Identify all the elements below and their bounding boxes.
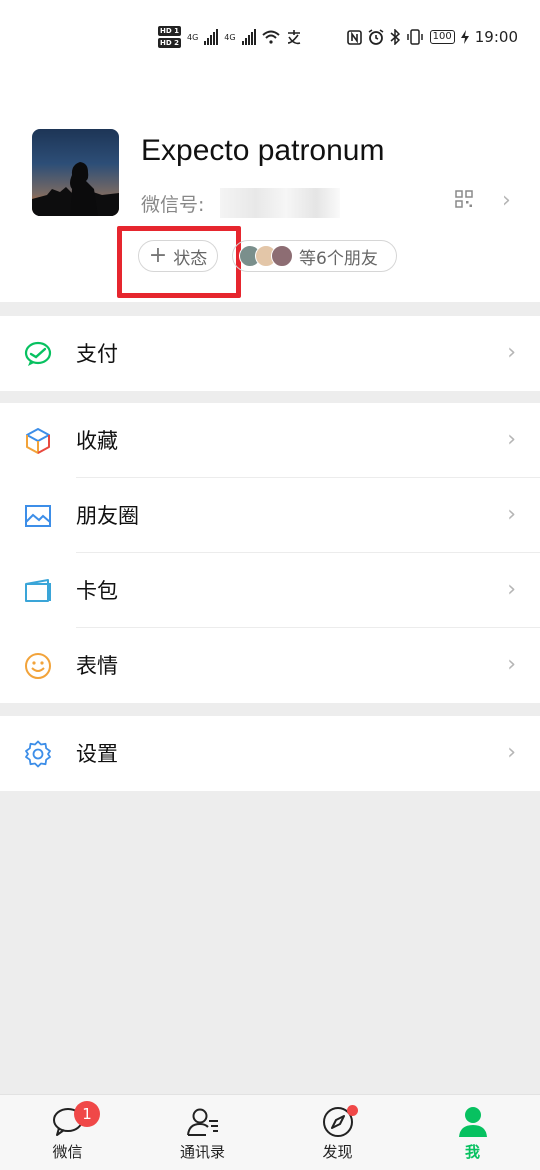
network2-label: 4G <box>224 32 236 42</box>
wechat-id-redacted <box>220 188 340 218</box>
new-dot-badge <box>347 1105 358 1116</box>
menu-label-settings: 设置 <box>76 742 118 766</box>
menu-label-stickers: 表情 <box>76 654 118 678</box>
battery-indicator: 100 <box>429 30 455 44</box>
hd-indicators: HD 1 HD 2 <box>158 26 181 48</box>
alarm-icon <box>368 29 384 45</box>
menu-label-favorites: 收藏 <box>76 429 118 453</box>
hd2-label: HD 2 <box>158 38 181 48</box>
vibrate-icon <box>406 29 423 45</box>
profile-header[interactable]: Expecto patronum 微信号: › + 状态 等6个朋友 <box>0 80 540 302</box>
tab-label-discover: 发现 <box>322 1143 353 1161</box>
highlight-box <box>117 226 241 298</box>
card-wallet-icon <box>25 579 51 602</box>
contacts-icon <box>186 1108 218 1136</box>
tab-label-contacts: 通讯录 <box>179 1143 225 1161</box>
chevron-right-icon: › <box>507 740 516 765</box>
chevron-right-icon: › <box>507 427 516 452</box>
menu-group-main: 收藏 › 朋友圈 › 卡包 › 表情 › <box>0 403 540 703</box>
menu-label-cards: 卡包 <box>76 579 118 603</box>
chevron-right-icon: › <box>507 502 516 527</box>
menu-item-pay[interactable]: 支付 › <box>0 316 540 391</box>
menu-item-moments[interactable]: 朋友圈 › <box>0 478 540 553</box>
wifi-icon <box>261 30 280 44</box>
chevron-right-icon: › <box>507 652 516 677</box>
tab-label-chats: 微信 <box>52 1143 83 1161</box>
friends-count-label: 等6个朋友 <box>299 248 378 269</box>
signal1-icon <box>204 29 219 45</box>
clock: 19:00 <box>474 28 518 46</box>
menu-item-stickers[interactable]: 表情 › <box>0 628 540 703</box>
avatar[interactable] <box>32 129 119 216</box>
tab-discover[interactable]: 发现 <box>270 1095 405 1170</box>
smiley-icon <box>25 653 51 679</box>
signal2-icon <box>241 29 256 45</box>
tab-label-me: 我 <box>464 1143 480 1161</box>
nfc-icon <box>346 29 362 45</box>
menu-item-cards[interactable]: 卡包 › <box>0 553 540 628</box>
friend-avatar <box>271 245 293 267</box>
cube-icon <box>26 428 50 454</box>
friends-status-button[interactable]: 等6个朋友 <box>232 240 397 272</box>
menu-label-moments: 朋友圈 <box>76 504 139 528</box>
gear-icon <box>25 740 51 768</box>
network1-label: 4G <box>186 32 199 42</box>
nickname: Expecto patronum <box>141 134 385 167</box>
status-bar: HD 1 HD 2 4G 4G 100 19:00 <box>0 0 540 80</box>
bluetooth-icon <box>390 29 400 45</box>
menu-group-pay: 支付 › <box>0 316 540 391</box>
profile-chevron-icon[interactable]: › <box>502 190 511 212</box>
wallet-check-icon <box>24 341 52 366</box>
tab-chats[interactable]: 1 微信 <box>0 1095 135 1170</box>
tab-me[interactable]: 我 <box>405 1095 540 1170</box>
chevron-right-icon: › <box>507 340 516 365</box>
status-right: 100 19:00 <box>346 28 518 46</box>
status-left: HD 1 HD 2 4G 4G <box>158 26 302 48</box>
pay-icon <box>287 30 300 45</box>
chevron-right-icon: › <box>507 577 516 602</box>
bottom-tab-bar: 1 微信 通讯录 发现 我 <box>0 1094 540 1170</box>
menu-label-pay: 支付 <box>76 342 118 366</box>
menu-item-settings[interactable]: 设置 › <box>0 716 540 791</box>
wechat-id-label: 微信号: <box>141 194 205 216</box>
image-icon <box>25 505 51 527</box>
qr-code-icon[interactable] <box>455 190 473 208</box>
hd1-label: HD 1 <box>158 26 181 36</box>
charging-icon <box>460 30 469 44</box>
tab-contacts[interactable]: 通讯录 <box>135 1095 270 1170</box>
unread-badge: 1 <box>74 1101 100 1127</box>
person-icon <box>458 1107 487 1137</box>
menu-item-favorites[interactable]: 收藏 › <box>0 403 540 478</box>
menu-group-settings: 设置 › <box>0 716 540 791</box>
